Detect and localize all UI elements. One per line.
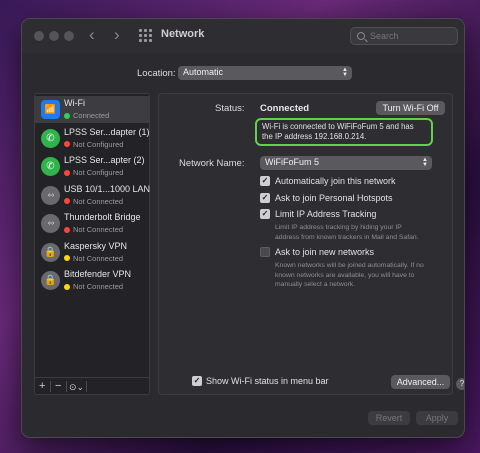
status-dot-icon <box>64 112 70 119</box>
sidebar-item-service[interactable]: ✆ LPSS Ser...dapter (1) Not Configured <box>35 125 150 152</box>
service-status: Not Connected <box>64 225 123 234</box>
sidebar-footer: + − ⊙⌄ <box>34 377 150 395</box>
sidebar-item-service[interactable]: ‹··› Thunderbolt Bridge Not Connected <box>35 210 149 237</box>
phone-icon: ✆ <box>41 157 60 176</box>
limit-ip-tracking-description: Limit IP address tracking by hiding your… <box>275 224 419 241</box>
service-status-text: Not Connected <box>73 196 124 206</box>
ethernet-icon: ‹··› <box>41 214 60 233</box>
service-status: Not Connected <box>64 197 123 206</box>
service-name: Bitdefender VPN <box>64 269 132 279</box>
network-name-value: WiFiFoFum 5 <box>265 157 319 167</box>
service-name: LPSS Ser...dapter (1) <box>64 126 150 137</box>
services-sidebar: 📶 Wi-Fi Connected ✆ LPSS Ser...dapter (1) Not… <box>34 93 150 395</box>
status-dot-icon <box>64 226 70 233</box>
hotspots-label: Ask to join Personal Hotspots <box>275 193 393 203</box>
wifi-icon: 📶 <box>41 100 60 119</box>
service-status-text: Not Connected <box>73 282 124 291</box>
status-dot-icon <box>64 198 70 204</box>
zoom-button[interactable] <box>64 31 74 41</box>
ask-join-new-description: Known networks will be joined automatica… <box>275 262 424 288</box>
detail-panel: Status: Connected Turn Wi-Fi Off Wi-Fi i… <box>158 93 464 395</box>
service-status: Connected <box>64 111 109 120</box>
sidebar-item-service[interactable]: 🔒 Bitdefender VPN Not Connected <box>35 267 149 294</box>
service-status-text: Not Connected <box>73 253 124 263</box>
connection-info-text: Wi-Fi is connected to WiFiFoFum 5 and ha… <box>255 118 433 146</box>
search-icon <box>357 32 365 40</box>
location-label: Location: <box>137 68 176 79</box>
status-dot-icon <box>64 141 70 147</box>
help-button[interactable]: ? <box>456 378 464 390</box>
revert-button[interactable]: Revert <box>368 411 410 425</box>
service-status-text: Not Connected <box>73 225 124 234</box>
show-all-grid-icon[interactable] <box>139 29 152 42</box>
service-status: Not Connected <box>64 282 123 291</box>
sidebar-item-service[interactable]: ‹··› USB 10/1...1000 LAN Not Connected <box>35 182 151 209</box>
search-placeholder: Search <box>370 31 399 41</box>
divider <box>66 381 67 392</box>
service-name: Thunderbolt Bridge <box>64 212 141 222</box>
sidebar-item-service[interactable]: 📶 Wi-Fi Connected <box>35 96 149 123</box>
sidebar-item-service[interactable]: 🔒 Kaspersky VPN Not Connected <box>35 239 149 266</box>
auto-join-label: Automatically join this network <box>275 176 396 186</box>
lock-icon: 🔒 <box>41 242 60 262</box>
service-status-text: Connected <box>73 111 110 120</box>
minimize-button[interactable] <box>49 31 59 41</box>
apply-button[interactable]: Apply <box>416 411 458 425</box>
service-name: Wi-Fi <box>64 98 85 108</box>
add-service-button[interactable]: + <box>39 380 45 393</box>
service-status-text: Not Configured <box>73 168 124 177</box>
hotspots-checkbox[interactable]: ✓ <box>260 193 270 203</box>
service-status: Not Connected <box>64 254 123 263</box>
show-wifi-status-label: Show Wi-Fi status in menu bar <box>206 376 329 386</box>
location-value: Automatic <box>183 67 224 77</box>
ethernet-icon: ‹··› <box>41 185 60 205</box>
action-menu-button[interactable]: ⊙⌄ <box>69 381 84 394</box>
status-dot-icon <box>64 255 70 261</box>
divider <box>50 381 51 392</box>
forward-icon[interactable]: › <box>114 26 120 44</box>
network-preferences-window: ‹ › Network Search Location: Automatic ▲… <box>21 18 465 438</box>
service-name: USB 10/1...1000 LAN <box>64 183 151 194</box>
service-status: Not Configured <box>64 168 123 177</box>
network-name-label: Network Name: <box>179 158 245 169</box>
service-name: LPSS Ser...apter (2) <box>64 155 145 165</box>
service-name: Kaspersky VPN <box>64 240 128 251</box>
updown-chevron-icon: ▲ ▼ <box>422 157 428 168</box>
lock-icon: 🔒 <box>41 271 60 290</box>
limit-ip-tracking-checkbox[interactable]: ✓ <box>260 209 270 219</box>
auto-join-checkbox[interactable]: ✓ <box>260 176 270 186</box>
ask-join-new-checkbox[interactable] <box>260 247 270 257</box>
limit-ip-tracking-label: Limit IP Address Tracking <box>275 209 377 219</box>
back-icon[interactable]: ‹ <box>89 26 95 44</box>
title-bar: ‹ › Network Search <box>22 19 464 53</box>
updown-chevron-icon: ▲ ▼ <box>342 67 348 78</box>
status-dot-icon <box>64 283 70 290</box>
show-wifi-status-checkbox[interactable]: ✓ <box>192 376 202 386</box>
search-field[interactable]: Search <box>350 27 458 45</box>
advanced-button[interactable]: Advanced... <box>391 375 450 389</box>
network-name-select[interactable]: WiFiFoFum 5 ▲ ▼ <box>260 156 432 170</box>
service-status-text: Not Configured <box>73 139 124 149</box>
window-title: Network <box>161 28 205 40</box>
sidebar-item-service[interactable]: ✆ LPSS Ser...apter (2) Not Configured <box>35 153 149 180</box>
divider <box>86 381 87 392</box>
status-value: Connected <box>260 103 310 114</box>
turn-wifi-off-button[interactable]: Turn Wi-Fi Off <box>376 101 445 115</box>
remove-service-button[interactable]: − <box>55 380 61 393</box>
location-select[interactable]: Automatic ▲ ▼ <box>178 66 352 80</box>
phone-icon: ✆ <box>41 128 60 148</box>
close-button[interactable] <box>34 31 44 41</box>
status-label: Status: <box>215 103 245 114</box>
status-dot-icon <box>64 169 70 176</box>
ask-join-new-label: Ask to join new networks <box>275 247 375 257</box>
service-status: Not Configured <box>64 140 123 149</box>
